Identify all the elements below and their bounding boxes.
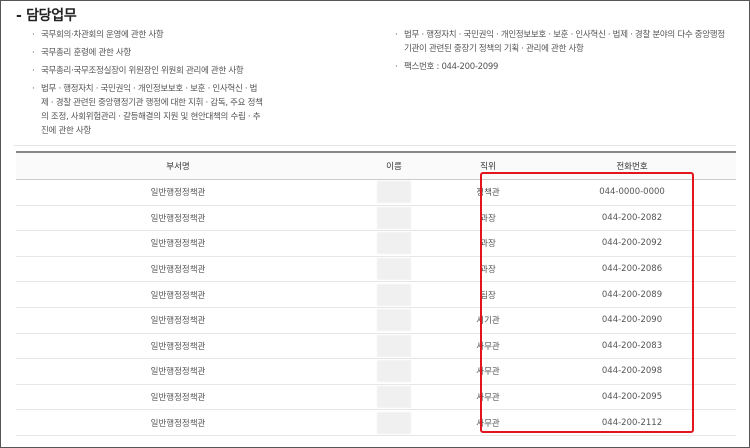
bullet-icon: · [395, 62, 398, 72]
redacted-name [377, 283, 411, 306]
bullet-icon: · [32, 66, 35, 76]
staff-table-body: 일반행정정책관 정책관 044-0000-0000 일반행정정책관 과장 044-200-… [16, 179, 736, 436]
duty-item: · 국무회의·차관회의 운영에 관한 사항 [32, 28, 264, 42]
header-position: 직위 [448, 151, 528, 180]
duties-section: · 국무회의·차관회의 운영에 관한 사항 · 국무총리 훈령에 관한 사항 · 국무총리… [0, 26, 750, 140]
cell-phone: 044-200-2082 [528, 205, 736, 232]
cell-position: 정책관 [448, 179, 528, 206]
cell-name [340, 307, 448, 334]
cell-phone: 044-200-2112 [528, 409, 736, 436]
cell-position: 과장 [448, 230, 528, 257]
table-row: 일반행정정책관 과장 044-200-2086 [16, 256, 736, 283]
cell-phone: 044-200-2083 [528, 333, 736, 360]
duty-text: 법무 · 행정자치 · 국민권익 · 개인정보보호 · 보훈 · 인사혁신 · … [404, 30, 725, 54]
cell-name [340, 256, 448, 283]
duty-text: 국무회의·차관회의 운영에 관한 사항 [41, 30, 164, 40]
section-divider [14, 145, 736, 146]
cell-name [340, 358, 448, 385]
cell-position: 과장 [448, 205, 528, 232]
redacted-name [377, 386, 411, 409]
cell-name [340, 281, 448, 308]
table-row: 일반행정정책관 팀장 044-200-2089 [16, 281, 736, 308]
duty-text: 팩스번호 : 044-200-2099 [404, 62, 499, 72]
redacted-name [377, 181, 411, 204]
cell-dept: 일반행정정책관 [16, 307, 340, 334]
duty-item: · 법무 · 행정자치 · 국민권익 · 개인정보보호 · 보훈 · 인사혁신 ·… [32, 82, 264, 138]
table-row: 일반행정정책관 사무관 044-200-2112 [16, 409, 736, 436]
cell-dept: 일반행정정책관 [16, 409, 340, 436]
table-row: 일반행정정책관 과장 044-200-2082 [16, 205, 736, 232]
cell-dept: 일반행정정책관 [16, 358, 340, 385]
duty-item: · 국무총리 훈령에 관한 사항 [32, 46, 264, 60]
bullet-icon: · [32, 84, 35, 94]
cell-position: 서기관 [448, 307, 528, 334]
table-row: 일반행정정책관 서기관 044-200-2090 [16, 307, 736, 334]
cell-name [340, 205, 448, 232]
staff-table-header: 부서명 이름 직위 전화번호 [16, 151, 736, 180]
table-row: 일반행정정책관 사무관 044-200-2083 [16, 333, 736, 360]
cell-name [340, 384, 448, 411]
section-title: - 담당업무 [16, 8, 77, 24]
table-row: 일반행정정책관 사무관 044-200-2095 [16, 384, 736, 411]
cell-phone: 044-200-2098 [528, 358, 736, 385]
duty-item: · 법무 · 행정자치 · 국민권익 · 개인정보보호 · 보훈 · 인사혁신 ·… [395, 28, 725, 56]
redacted-name [377, 360, 411, 383]
cell-name [340, 333, 448, 360]
duties-right-column: · 법무 · 행정자치 · 국민권익 · 개인정보보호 · 보훈 · 인사혁신 ·… [395, 28, 725, 78]
cell-phone: 044-200-2090 [528, 307, 736, 334]
cell-phone: 044-200-2086 [528, 256, 736, 283]
header-phone: 전화번호 [528, 151, 736, 180]
cell-dept: 일반행정정책관 [16, 205, 340, 232]
duty-item: · 팩스번호 : 044-200-2099 [395, 60, 725, 74]
cell-position: 사무관 [448, 384, 528, 411]
cell-phone: 044-200-2092 [528, 230, 736, 257]
cell-dept: 일반행정정책관 [16, 256, 340, 283]
cell-position: 사무관 [448, 358, 528, 385]
cell-dept: 일반행정정책관 [16, 281, 340, 308]
bullet-icon: · [32, 48, 35, 58]
redacted-name [377, 334, 411, 357]
header-name: 이름 [340, 151, 448, 180]
bullet-icon: · [32, 30, 35, 40]
redacted-name [377, 309, 411, 332]
cell-phone: 044-200-2095 [528, 384, 736, 411]
staff-table: 부서명 이름 직위 전화번호 일반행정정책관 정책관 044-0000-0000 일반… [16, 151, 736, 436]
cell-dept: 일반행정정책관 [16, 230, 340, 257]
table-row: 일반행정정책관 정책관 044-0000-0000 [16, 179, 736, 206]
duties-left-column: · 국무회의·차관회의 운영에 관한 사항 · 국무총리 훈령에 관한 사항 · 국무총리… [32, 28, 264, 142]
cell-dept: 일반행정정책관 [16, 179, 340, 206]
duty-text: 국무총리 훈령에 관한 사항 [41, 48, 131, 58]
duty-item: · 국무총리·국무조정실장이 위원장인 위원회 관리에 관한 사항 [32, 64, 264, 78]
redacted-name [377, 411, 411, 434]
cell-position: 팀장 [448, 281, 528, 308]
cell-position: 과장 [448, 256, 528, 283]
header-dept: 부서명 [16, 151, 340, 180]
bullet-icon: · [395, 30, 398, 40]
redacted-name [377, 258, 411, 281]
table-row: 일반행정정책관 과장 044-200-2092 [16, 230, 736, 257]
cell-phone: 044-0000-0000 [528, 179, 736, 206]
cell-dept: 일반행정정책관 [16, 384, 340, 411]
duty-text: 법무 · 행정자치 · 국민권익 · 개인정보보호 · 보훈 · 인사혁신 · … [41, 84, 263, 136]
redacted-name [377, 232, 411, 255]
table-row: 일반행정정책관 사무관 044-200-2098 [16, 358, 736, 385]
cell-name [340, 409, 448, 436]
cell-position: 사무관 [448, 333, 528, 360]
cell-name [340, 230, 448, 257]
duty-text: 국무총리·국무조정실장이 위원장인 위원회 관리에 관한 사항 [41, 66, 244, 76]
cell-phone: 044-200-2089 [528, 281, 736, 308]
cell-dept: 일반행정정책관 [16, 333, 340, 360]
redacted-name [377, 206, 411, 229]
cell-name [340, 179, 448, 206]
cell-position: 사무관 [448, 409, 528, 436]
